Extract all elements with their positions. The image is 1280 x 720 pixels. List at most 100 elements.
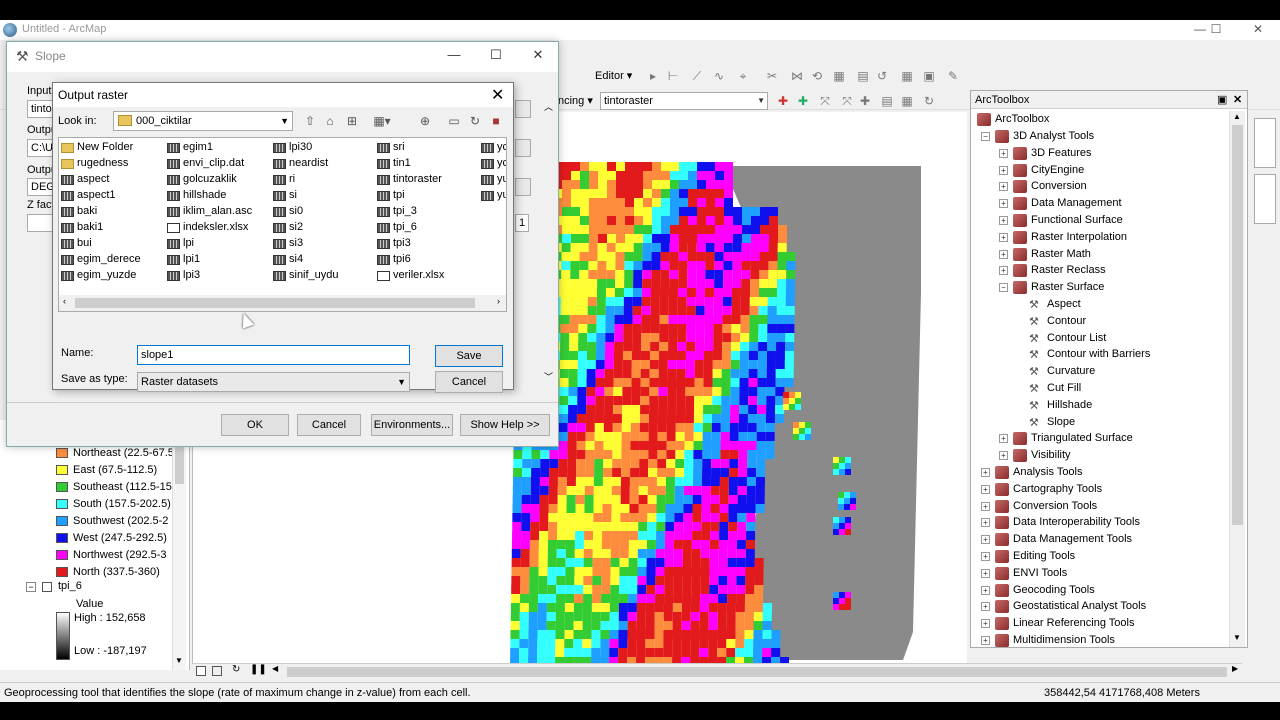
scroll-down-icon[interactable]: ﹀ bbox=[544, 370, 553, 383]
point-icon[interactable]: ⌖ bbox=[736, 69, 750, 83]
georef-menu[interactable]: ncing ▾ bbox=[558, 94, 593, 107]
environments-button[interactable]: Environments... bbox=[371, 414, 453, 436]
collapse-toggle[interactable]: − bbox=[26, 582, 36, 592]
map-hscroll-thumb[interactable] bbox=[287, 667, 1227, 677]
z-factor-field-left[interactable] bbox=[27, 214, 55, 232]
expand-icon[interactable]: + bbox=[999, 451, 1008, 461]
expand-icon[interactable]: + bbox=[999, 434, 1008, 444]
edit-tool-icon[interactable]: ▸ bbox=[646, 69, 660, 83]
view-links-icon[interactable]: ▤ bbox=[880, 94, 894, 108]
toolbox-scroll-thumb[interactable] bbox=[1232, 125, 1243, 525]
edit-vertices-icon[interactable]: ⊢ bbox=[666, 69, 680, 83]
legend-swatch[interactable] bbox=[56, 550, 68, 560]
layer-name-tpi6[interactable]: tpi_6 bbox=[58, 580, 82, 592]
scroll-right-icon[interactable]: › bbox=[497, 296, 500, 306]
look-in-combo[interactable]: 000_ciktilar ▼ bbox=[113, 111, 293, 131]
expand-icon[interactable]: + bbox=[981, 552, 990, 561]
close-icon[interactable]: ✕ bbox=[491, 85, 504, 105]
file-list[interactable]: New Folder rugedness aspect aspect1 baki baki… bbox=[58, 137, 507, 312]
split-icon[interactable]: ⋈ bbox=[790, 69, 804, 83]
connect-folder-icon[interactable]: ⊞ bbox=[343, 113, 361, 129]
file-list-hscrollbar[interactable]: ‹ › bbox=[59, 295, 506, 311]
expand-icon[interactable]: + bbox=[981, 585, 990, 595]
catalog-icon[interactable]: ↻ bbox=[466, 113, 484, 129]
rotate-icon[interactable]: ⟲ bbox=[810, 69, 824, 83]
zoom-link-icon[interactable]: ⤧ bbox=[840, 94, 854, 108]
scroll-left-icon[interactable]: ◀ bbox=[272, 664, 278, 673]
refresh-view-icon[interactable]: ↻ bbox=[232, 664, 240, 675]
expand-icon[interactable]: + bbox=[999, 232, 1008, 242]
up-one-level-icon[interactable]: ⇧ bbox=[301, 113, 319, 129]
straight-segment-icon[interactable]: ⟋ bbox=[690, 69, 704, 83]
save-as-type-combo[interactable]: Raster datasets ▼ bbox=[137, 372, 410, 392]
cut-icon[interactable]: ✂ bbox=[765, 69, 779, 83]
layout-icon[interactable]: ▣ bbox=[922, 69, 936, 83]
scroll-down-icon[interactable]: ▼ bbox=[1233, 633, 1241, 642]
map-hscrollbar[interactable]: ↻ ❚❚ ◀ ▶ bbox=[192, 663, 1242, 679]
dock-icon[interactable]: ▣ bbox=[1217, 91, 1227, 109]
expand-icon[interactable]: + bbox=[999, 266, 1008, 276]
layout-view-icon[interactable] bbox=[212, 666, 222, 676]
expand-icon[interactable]: + bbox=[981, 468, 990, 477]
scroll-up-icon[interactable]: ︿ bbox=[544, 100, 553, 113]
editor-menu[interactable]: Editor ▾ bbox=[595, 69, 632, 82]
legend-swatch[interactable] bbox=[56, 499, 68, 509]
expand-icon[interactable]: + bbox=[981, 636, 990, 645]
pause-draw-icon[interactable]: ❚❚ bbox=[250, 664, 267, 675]
scroll-down-icon[interactable]: ▼ bbox=[175, 656, 183, 665]
legend-swatch[interactable] bbox=[56, 567, 68, 577]
expand-icon[interactable]: + bbox=[981, 568, 990, 578]
expand-icon[interactable]: + bbox=[981, 501, 990, 511]
output-raster-field[interactable]: C:\U bbox=[27, 139, 55, 157]
ok-button[interactable]: OK bbox=[221, 414, 289, 436]
layer-combo[interactable]: tintoraster ▼ bbox=[600, 92, 768, 110]
browse-output-icon[interactable] bbox=[515, 139, 531, 157]
cancel-button[interactable]: Cancel bbox=[435, 371, 503, 393]
collapse-icon[interactable]: − bbox=[981, 132, 990, 141]
close-icon[interactable]: ✕ bbox=[1233, 91, 1242, 109]
expand-icon[interactable]: + bbox=[981, 484, 990, 494]
expand-icon[interactable]: + bbox=[981, 619, 990, 629]
add-control-point-icon[interactable]: ✚ bbox=[776, 94, 790, 108]
z-factor-field[interactable]: 1 bbox=[515, 214, 529, 232]
legend-swatch[interactable] bbox=[56, 465, 68, 475]
close-button[interactable]: ✕ bbox=[1238, 20, 1278, 40]
home-icon[interactable]: ⌂ bbox=[321, 113, 339, 129]
new-folder-icon[interactable]: ⊕ bbox=[416, 113, 434, 129]
attributes-icon[interactable]: ▦ bbox=[832, 69, 846, 83]
link-table-icon[interactable]: ▦ bbox=[900, 94, 914, 108]
input-raster-field[interactable]: tintoi bbox=[27, 100, 55, 118]
scroll-right-icon[interactable]: ▶ bbox=[1232, 664, 1238, 673]
data-view-icon[interactable] bbox=[196, 666, 206, 676]
folder-icon[interactable]: ▭ bbox=[445, 113, 463, 129]
cancel-button[interactable]: Cancel bbox=[297, 414, 361, 436]
toc-scrollbar[interactable]: ▼ bbox=[172, 420, 186, 670]
legend-swatch[interactable] bbox=[56, 533, 68, 543]
legend-swatch[interactable] bbox=[56, 448, 68, 458]
toolbox-scrollbar[interactable]: ▲ ▼ bbox=[1229, 111, 1245, 647]
view-menu-icon[interactable]: ▦▾ bbox=[373, 113, 391, 129]
link-icon[interactable]: ✚ bbox=[796, 94, 810, 108]
legend-swatch[interactable] bbox=[56, 482, 68, 492]
expand-icon[interactable]: + bbox=[999, 165, 1008, 175]
output-measurement-field[interactable]: DEG bbox=[27, 178, 55, 196]
refresh-icon[interactable]: ↻ bbox=[922, 94, 936, 108]
minimize-button[interactable]: — bbox=[439, 47, 469, 67]
expand-icon[interactable]: + bbox=[999, 249, 1008, 259]
maximize-button[interactable]: ☐ bbox=[481, 47, 511, 67]
delete-link-icon[interactable]: ✚ bbox=[858, 94, 872, 108]
measurement-dropdown[interactable] bbox=[515, 178, 531, 196]
expand-icon[interactable]: + bbox=[999, 182, 1008, 192]
file-list-scroll-thumb[interactable] bbox=[75, 298, 475, 308]
sketch-props-icon[interactable]: ▤ bbox=[856, 69, 870, 83]
show-help-button[interactable]: Show Help >> bbox=[460, 414, 550, 436]
select-link-icon[interactable]: ⤧ bbox=[818, 94, 832, 108]
expand-icon[interactable]: + bbox=[981, 535, 990, 545]
toolbox-icon[interactable]: ■ bbox=[487, 113, 505, 129]
save-button[interactable]: Save bbox=[435, 345, 503, 367]
name-input[interactable]: slope1 bbox=[137, 345, 410, 365]
table-icon[interactable]: ▦ bbox=[900, 69, 914, 83]
expand-icon[interactable]: + bbox=[981, 518, 990, 528]
collapse-icon[interactable]: − bbox=[999, 283, 1008, 293]
undo-icon[interactable]: ↺ bbox=[875, 69, 889, 83]
